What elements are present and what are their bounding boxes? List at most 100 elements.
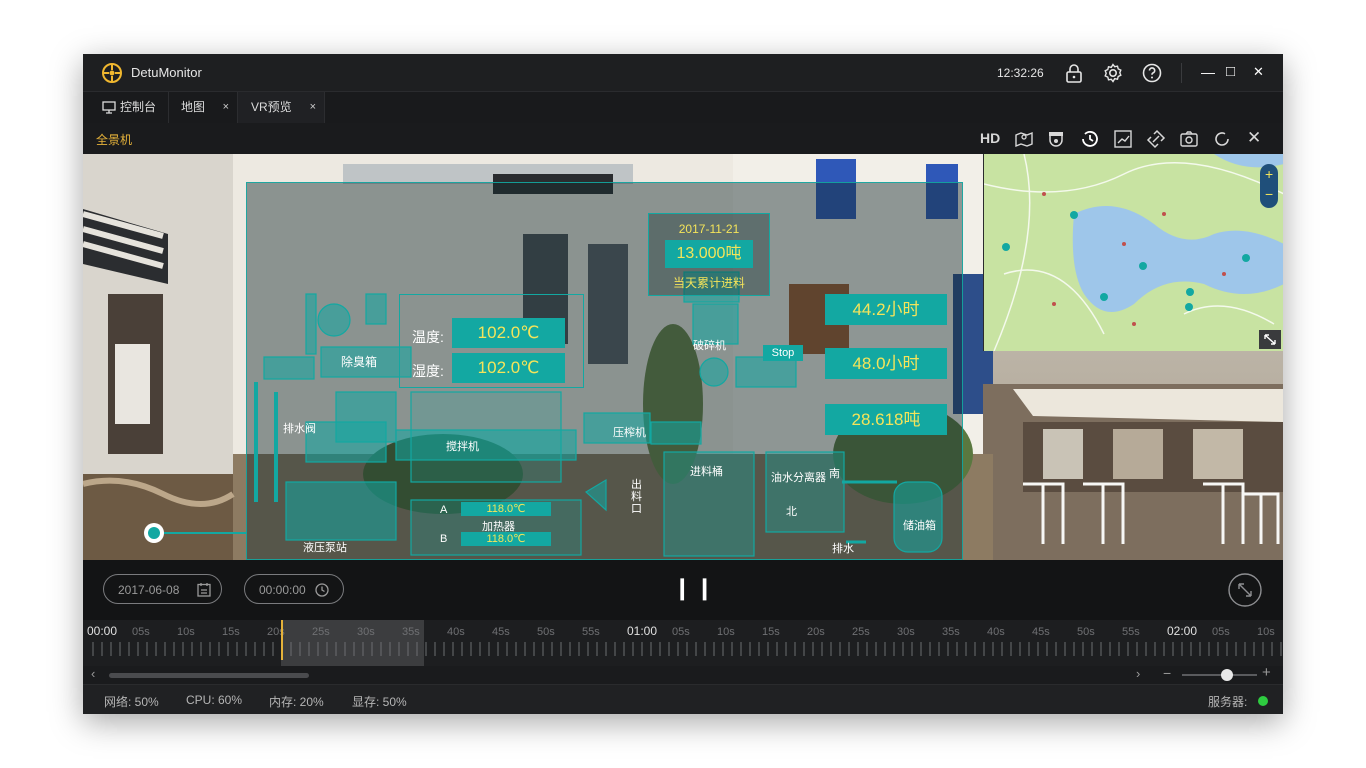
tab-close-button[interactable]: × <box>223 92 229 123</box>
settings-icon[interactable] <box>1102 62 1124 84</box>
fullscreen-icon[interactable] <box>1228 573 1262 607</box>
tab-label: 地图 <box>181 100 206 114</box>
calendar-icon <box>197 583 211 597</box>
tab-label: VR预览 <box>251 100 292 114</box>
timeline-label: 10s <box>717 626 735 638</box>
tab-bar: 控制台 地图 × VR预览 × <box>83 91 1283 124</box>
timeline-major-label: 00:00 <box>87 624 118 638</box>
pause-button[interactable]: ❙❙ <box>673 575 718 601</box>
timeline-label: 45s <box>492 626 510 638</box>
cpu-status: CPU: 60% <box>186 693 243 707</box>
tab-label: 控制台 <box>120 100 157 114</box>
timeline-label: 25s <box>852 626 870 638</box>
timeline-label: 30s <box>357 626 375 638</box>
separator-label: 油水分离器 <box>771 472 826 484</box>
help-icon[interactable] <box>1141 62 1163 84</box>
scroll-right-button[interactable]: › <box>1136 666 1140 681</box>
timeline-major-label: 01:00 <box>627 624 658 638</box>
press-label: 压榨机 <box>613 427 646 439</box>
drain-valve-label: 排水阀 <box>283 423 316 435</box>
time-picker[interactable]: 00:00:00 <box>244 574 344 604</box>
minimap-zoom-out[interactable]: − <box>1265 186 1273 202</box>
server-status-label: 服务器: <box>1208 695 1248 709</box>
date-picker[interactable]: 2017-06-08 <box>103 574 222 604</box>
maximize-button[interactable]: □ <box>1226 63 1235 80</box>
date-text: 2017-11-21 <box>678 222 740 236</box>
timeline-label: 10s <box>177 626 195 638</box>
timeline-label: 35s <box>942 626 960 638</box>
timeline-label: 50s <box>537 626 555 638</box>
timeline-label: 55s <box>582 626 600 638</box>
chart-icon[interactable] <box>1112 128 1134 150</box>
snapshot-icon[interactable] <box>1178 128 1200 150</box>
minimize-button[interactable]: — <box>1201 64 1215 80</box>
heater-b-label: B <box>440 533 448 545</box>
app-window: DetuMonitor 12:32:26 — □ ✕ 控制台 地图 × VR预览… <box>83 54 1283 714</box>
timeline-label: 05s <box>672 626 690 638</box>
timeline-label: 30s <box>897 626 915 638</box>
daily-feed-panel: 2017-11-21 13.000吨 当天累计进料 <box>648 213 770 296</box>
app-title: DetuMonitor <box>131 65 202 80</box>
monitor-icon <box>102 101 116 114</box>
oil-tank-label: 储油箱 <box>903 520 936 532</box>
lock-icon[interactable] <box>1063 62 1085 84</box>
timeline-label: 25s <box>312 626 330 638</box>
timeline-label: 55s <box>1122 626 1140 638</box>
refresh-icon[interactable] <box>1211 128 1233 150</box>
temp-value: 102.0℃ <box>452 318 565 348</box>
history-icon[interactable] <box>1079 128 1101 150</box>
timeline-scrollbar[interactable] <box>109 673 309 678</box>
camera-label: 全景机 <box>96 133 133 147</box>
humidity-label: 湿度: <box>412 363 444 379</box>
feed-bucket-label: 进料桶 <box>690 466 723 478</box>
daily-label: 当天累计进料 <box>672 276 745 290</box>
playhead[interactable] <box>281 620 283 660</box>
timeline-label: 15s <box>222 626 240 638</box>
title-bar: DetuMonitor 12:32:26 — □ ✕ <box>83 54 1283 91</box>
panorama-viewer[interactable]: 2017-11-21 13.000吨 当天累计进料 44.2小时 48.0小时 … <box>83 154 1283 560</box>
close-viewer-button[interactable]: ✕ <box>1247 128 1261 148</box>
timeline-scroll-row: ‹ › − + <box>83 664 1283 684</box>
tab-map[interactable]: 地图 × <box>169 92 238 123</box>
link-icon[interactable] <box>1145 128 1167 150</box>
zoom-in-button[interactable]: + <box>1262 664 1271 681</box>
climate-panel: 温度: 102.0℃ 湿度: 102.0℃ <box>399 294 584 388</box>
timeline-label: 35s <box>402 626 420 638</box>
zoom-out-button[interactable]: − <box>1163 665 1171 681</box>
minimap-zoom-in[interactable]: + <box>1265 166 1273 182</box>
hydraulic-station-label: 液压泵站 <box>303 542 347 554</box>
tab-vr-preview[interactable]: VR预览 × <box>238 92 325 123</box>
server-status-indicator <box>1258 696 1268 706</box>
minimap-image <box>984 154 1283 351</box>
map-pin-icon[interactable] <box>1013 128 1035 150</box>
south-label: 南 <box>829 468 840 480</box>
app-logo-icon <box>102 63 122 83</box>
hotspot-marker[interactable] <box>144 523 164 543</box>
heater-b-value: 118.0℃ <box>461 532 551 546</box>
drain-label: 排水 <box>832 543 854 555</box>
time-value: 00:00:00 <box>259 583 306 597</box>
close-button[interactable]: ✕ <box>1253 64 1264 80</box>
minimap-expand-icon[interactable] <box>1259 330 1281 349</box>
minimap[interactable]: + − <box>983 154 1283 351</box>
timeline-major-label: 02:00 <box>1167 624 1198 638</box>
timeline[interactable]: 00:00 05s 10s 15s 20s 25s 30s 35s 40s 45s 50s 55s 01… <box>83 620 1283 666</box>
hd-button[interactable]: HD <box>980 130 1000 146</box>
timeline-label: 05s <box>132 626 150 638</box>
status-bar: 网络: 50% CPU: 60% 内存: 20% 显存: 50% 服务器: <box>83 684 1283 714</box>
clock-icon <box>315 583 329 597</box>
daily-amount: 13.000吨 <box>665 240 753 268</box>
scroll-left-button[interactable]: ‹ <box>91 666 95 681</box>
hours-readout-2: 48.0小时 <box>825 348 947 379</box>
zoom-slider[interactable] <box>1182 669 1257 681</box>
timeline-label: 20s <box>807 626 825 638</box>
tab-close-button[interactable]: × <box>310 92 316 123</box>
network-status: 网络: 50% <box>104 695 159 709</box>
vram-status: 显存: 50% <box>352 695 407 709</box>
tab-console[interactable]: 控制台 <box>83 92 169 123</box>
heater-a-value: 118.0℃ <box>461 502 551 516</box>
camera-dome-icon[interactable] <box>1045 128 1067 150</box>
minimap-zoom-control: + − <box>1260 164 1278 208</box>
timeline-label: 40s <box>987 626 1005 638</box>
outlet-label: 出料口 <box>631 479 642 515</box>
